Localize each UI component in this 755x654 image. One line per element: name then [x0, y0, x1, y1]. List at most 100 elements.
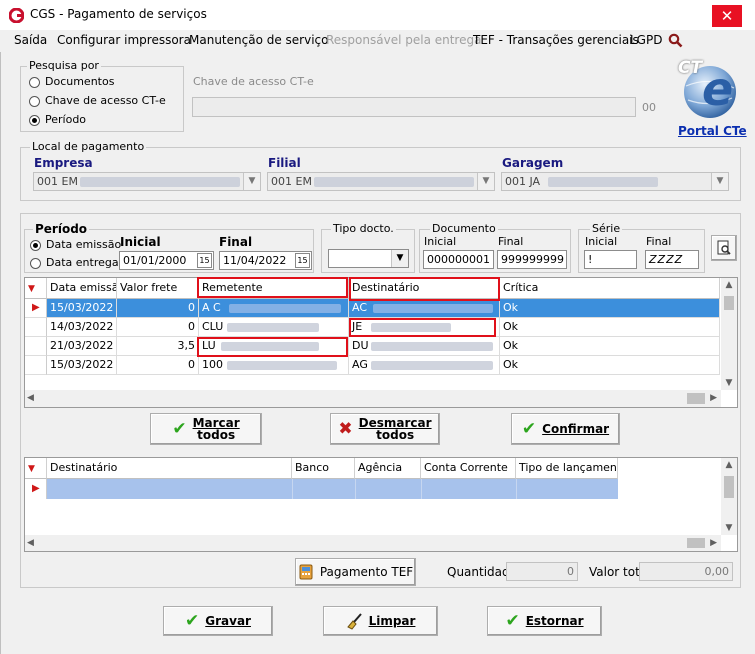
estornar-button[interactable]: ✔ Estornar — [487, 606, 602, 636]
table-row-cell[interactable]: CLU — [199, 318, 349, 337]
col-valor-frete[interactable]: Valor frete — [117, 278, 199, 299]
filial-select[interactable]: 001 EM ▼ — [267, 172, 495, 191]
table-row-cell[interactable]: 14/03/2022 — [47, 318, 117, 337]
table-row-cell[interactable]: 100 — [199, 356, 349, 375]
sort-down-icon: ▼ — [28, 284, 35, 294]
scroll-down-icon[interactable]: ▼ — [721, 378, 737, 388]
scroll-thumb[interactable] — [687, 393, 705, 404]
data-final-input[interactable]: 11/04/2022 15 — [219, 251, 312, 270]
scroll-thumb[interactable] — [687, 538, 705, 548]
table-row-cell[interactable]: 0 — [117, 299, 199, 318]
radio-data-emissao[interactable] — [30, 240, 41, 251]
close-button[interactable]: ✕ — [712, 5, 742, 27]
table-row-cell[interactable]: 21/03/2022 — [47, 337, 117, 356]
highlight-remetente-header — [197, 277, 348, 298]
marcar-todos-button[interactable]: ✔ Marcar todos — [150, 413, 262, 445]
table-row-cell[interactable]: AC — [349, 299, 500, 318]
scroll-down-icon[interactable]: ▼ — [721, 523, 737, 533]
table-row-cell[interactable]: 0 — [117, 318, 199, 337]
garagem-value: 001 JA — [505, 175, 541, 188]
preview-button[interactable] — [711, 235, 737, 261]
serie-final-label: Final — [646, 235, 672, 248]
table-row-cell[interactable]: 0 — [117, 356, 199, 375]
table-row-cell[interactable]: 3,5 — [117, 337, 199, 356]
scroll-left-icon[interactable]: ◀ — [27, 393, 34, 403]
empresa-select[interactable]: 001 EM ▼ — [33, 172, 261, 191]
tipo-docto-select[interactable]: ▼ — [328, 249, 409, 268]
serie-final-input[interactable]: ZZZZ — [645, 250, 699, 269]
col-destinatario-2[interactable]: Destinatário — [47, 458, 292, 479]
scroll-right-icon[interactable]: ▶ — [710, 538, 717, 548]
redacted-text — [371, 361, 493, 370]
scroll-up-icon[interactable]: ▲ — [721, 280, 737, 290]
doc-inicial-label: Inicial — [424, 235, 457, 248]
search-icon[interactable] — [668, 33, 683, 48]
table-row-cell[interactable]: Ok — [500, 318, 720, 337]
window-title: CGS - Pagamento de serviços — [30, 7, 207, 21]
menu-lgpd[interactable]: LGPD — [630, 33, 662, 47]
menu-bar: Saída Configurar impressora Manutenção d… — [0, 30, 755, 52]
menu-configurar-impressora[interactable]: Configurar impressora — [57, 33, 191, 47]
tipo-docto-legend: Tipo docto. — [331, 222, 396, 235]
calendar-icon[interactable]: 15 — [295, 253, 310, 268]
chevron-down-icon[interactable]: ▼ — [243, 173, 260, 190]
local-pagamento-legend: Local de pagamento — [30, 140, 147, 153]
destinatario-value: DU — [352, 339, 369, 352]
desmarcar-todos-label: Desmarcar todos — [359, 417, 432, 441]
table-row-cell[interactable]: 15/03/2022 — [47, 299, 117, 318]
filial-label: Filial — [268, 156, 301, 170]
pagamento-tef-button[interactable]: Pagamento TEF — [295, 558, 416, 586]
horizontal-scrollbar-2[interactable]: ◀ ▶ — [25, 535, 721, 551]
remetente-value: A C — [202, 301, 221, 314]
scroll-thumb[interactable] — [724, 476, 734, 498]
table-row[interactable] — [47, 479, 618, 499]
menu-manutencao-servico[interactable]: Manutenção de serviço — [189, 33, 328, 47]
chevron-down-icon[interactable]: ▼ — [391, 250, 408, 267]
chevron-down-icon[interactable]: ▼ — [477, 173, 494, 190]
menu-saida[interactable]: Saída — [14, 33, 47, 47]
vertical-scrollbar-2[interactable]: ▲ ▼ — [721, 458, 737, 535]
table-row-cell[interactable]: AG — [349, 356, 500, 375]
table-row-cell[interactable]: 15/03/2022 — [47, 356, 117, 375]
radio-periodo[interactable] — [29, 115, 40, 126]
empresa-value: 001 EM — [37, 175, 78, 188]
doc-inicial-input[interactable]: 000000001 — [423, 250, 494, 269]
data-inicial-input[interactable]: 01/01/2000 15 — [119, 251, 214, 270]
doc-final-label: Final — [498, 235, 524, 248]
confirmar-button[interactable]: ✔ Confirmar — [511, 413, 620, 445]
scroll-left-icon[interactable]: ◀ — [27, 538, 34, 548]
desmarcar-todos-button[interactable]: ✖ Desmarcar todos — [330, 413, 440, 445]
radio-chave-acesso[interactable] — [29, 96, 40, 107]
serie-inicial-label: Inicial — [585, 235, 618, 248]
table-row-cell[interactable]: DU — [349, 337, 500, 356]
chave-input[interactable] — [192, 97, 636, 117]
col-tipo-lancamento[interactable]: Tipo de lançamento — [516, 458, 618, 479]
col-critica[interactable]: Crítica — [500, 278, 720, 299]
col-data-emissao[interactable]: Data emissão — [47, 278, 117, 299]
horizontal-scrollbar[interactable]: ◀ ▶ — [25, 390, 721, 407]
table-row-cell[interactable]: A C — [199, 299, 349, 318]
portal-cte-link[interactable]: Portal CTe — [678, 124, 747, 138]
table-row-cell[interactable]: Ok — [500, 299, 720, 318]
limpar-button[interactable]: Limpar — [323, 606, 438, 636]
radio-data-entrega[interactable] — [30, 258, 41, 269]
scroll-right-icon[interactable]: ▶ — [710, 393, 717, 403]
col-agencia[interactable]: Agência — [355, 458, 421, 479]
doc-final-input[interactable]: 999999999 — [497, 250, 567, 269]
table-row-cell[interactable]: Ok — [500, 337, 720, 356]
vertical-scrollbar[interactable]: ▲ ▼ — [721, 278, 737, 390]
chevron-down-icon[interactable]: ▼ — [711, 173, 728, 190]
col-conta-corrente[interactable]: Conta Corrente — [421, 458, 516, 479]
table-row-cell[interactable]: Ok — [500, 356, 720, 375]
radio-documentos[interactable] — [29, 77, 40, 88]
menu-tef[interactable]: TEF - Transações gerenciais — [473, 33, 639, 47]
chave-suffix: 00 — [642, 101, 656, 114]
redacted-text — [373, 304, 493, 313]
garagem-select[interactable]: 001 JA ▼ — [501, 172, 729, 191]
scroll-up-icon[interactable]: ▲ — [721, 460, 737, 470]
scroll-thumb[interactable] — [724, 296, 734, 310]
gravar-button[interactable]: ✔ Gravar — [163, 606, 273, 636]
calendar-icon[interactable]: 15 — [197, 253, 212, 268]
serie-inicial-input[interactable]: ! — [584, 250, 637, 269]
col-banco[interactable]: Banco — [292, 458, 355, 479]
